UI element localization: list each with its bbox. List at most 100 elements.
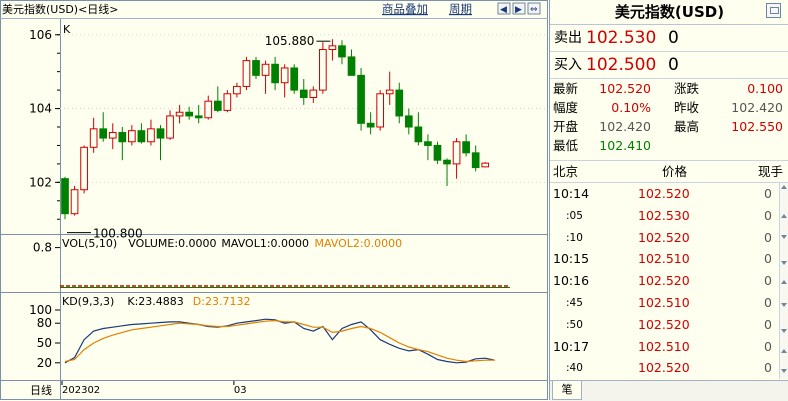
candle-body xyxy=(471,152,480,169)
chart-canvas[interactable]: 美元指数(USD)<日线> 商品叠加 周期 ◀ ▶ ⇔ K 102 104 106 105.880 1… xyxy=(0,0,548,400)
nav-expand-icon[interactable]: ⇔ xyxy=(530,5,538,15)
tab-ticks[interactable]: 笔 xyxy=(552,381,582,400)
tick-volume: 0 xyxy=(764,273,772,289)
scroll-up-icon[interactable] xyxy=(781,280,787,284)
tick-price: 102.520 xyxy=(638,229,690,245)
scroll-up-icon[interactable] xyxy=(781,214,787,218)
candle-body xyxy=(328,45,337,51)
tick-row: :50 102.520 0 xyxy=(550,314,778,336)
pct-value: 0.10% xyxy=(611,100,651,115)
tick-row: 10:14 102.520 0 xyxy=(550,183,778,205)
y-tick-label: 0.8 xyxy=(33,241,52,255)
scroll-down-icon[interactable] xyxy=(781,329,787,333)
quote-tabbar: 笔 xyxy=(550,380,788,401)
low-value: 102.410 xyxy=(599,138,651,153)
tick-time: 10:16 xyxy=(553,273,590,289)
candle-body xyxy=(452,141,461,165)
chart-area[interactable]: 美元指数(USD)<日线> 商品叠加 周期 ◀ ▶ ⇔ K 102 104 106 105.880 1… xyxy=(0,0,548,400)
open-label: 开盘 xyxy=(553,119,579,134)
prev-close-value: 102.420 xyxy=(731,100,783,115)
candle-body xyxy=(147,128,155,143)
candle-body xyxy=(357,74,365,124)
tick-volume: 0 xyxy=(764,338,772,354)
tick-time: :50 xyxy=(566,318,583,331)
nav-left-icon[interactable]: ◀ xyxy=(500,5,507,15)
y-tick-label: 20 xyxy=(37,356,52,370)
tick-row: :05 102.530 0 xyxy=(550,205,778,227)
quote-title: 美元指数(USD) xyxy=(550,0,788,25)
quote-title-text: 美元指数(USD) xyxy=(614,3,725,21)
low-label: 最低 xyxy=(553,138,579,153)
volume-legend: VOL(5,10) xyxy=(62,237,117,250)
scroll-up-icon[interactable] xyxy=(781,349,787,353)
kd-legend: KD(9,3,3) xyxy=(62,295,114,308)
y-tick-label: 100 xyxy=(29,303,52,317)
change-value: 0.100 xyxy=(747,81,783,96)
candle-body xyxy=(261,63,270,76)
candle-body xyxy=(414,126,423,143)
candle-body xyxy=(175,111,184,117)
buy-price: 102.500 xyxy=(586,55,657,75)
tick-row: 10:17 102.510 0 xyxy=(550,336,778,358)
candle-body xyxy=(213,100,222,111)
scroll-down-icon[interactable] xyxy=(781,369,787,373)
chart-title: 美元指数(USD)<日线> xyxy=(2,2,119,16)
candle-body xyxy=(366,122,375,128)
buy-volume: 0 xyxy=(668,55,679,75)
ticks-vol-header: 现手 xyxy=(757,164,783,179)
x-axis-period: 日线 xyxy=(30,383,52,397)
tick-time: 10:17 xyxy=(553,338,590,354)
candle-body xyxy=(204,100,213,119)
kd-legend: K:23.4883 xyxy=(127,295,183,308)
tick-volume: 0 xyxy=(764,186,772,201)
tick-volume: 0 xyxy=(764,295,772,310)
candle-body xyxy=(61,178,69,215)
tick-time: :40 xyxy=(566,362,583,375)
buy-label: 买入 xyxy=(554,57,582,73)
tick-price: 102.520 xyxy=(638,186,690,201)
ticks-price-header: 价格 xyxy=(662,164,688,179)
tick-price: 102.530 xyxy=(638,207,690,223)
ticks-scrollbar[interactable] xyxy=(779,183,788,379)
scroll-down-icon[interactable] xyxy=(781,303,787,307)
ticks-time-header: 北京 xyxy=(553,164,579,179)
candle-body xyxy=(309,89,318,98)
candle-body xyxy=(252,60,260,76)
volume-legend: MAVOL2:0.0000 xyxy=(315,237,403,250)
candle-body xyxy=(166,115,174,139)
tick-time: :05 xyxy=(566,209,583,222)
candle-body xyxy=(319,49,327,91)
window-icon[interactable] xyxy=(766,3,781,18)
candle-body xyxy=(404,115,413,128)
scroll-down-icon[interactable] xyxy=(781,235,787,239)
y-tick-label: 50 xyxy=(37,336,52,350)
tick-time: 10:15 xyxy=(553,251,590,267)
candle-body xyxy=(108,132,117,139)
candle-body xyxy=(299,89,308,98)
tick-row: :40 102.520 0 xyxy=(550,357,778,379)
y-tick-label: 106 xyxy=(29,28,52,42)
nav-right-icon[interactable]: ▶ xyxy=(515,5,522,15)
overlay-link[interactable]: 商品叠加 xyxy=(382,2,428,16)
tick-volume: 0 xyxy=(764,207,772,223)
tick-price: 102.520 xyxy=(638,273,690,289)
candle-body xyxy=(156,128,165,139)
candle-body xyxy=(185,111,193,117)
tick-volume: 0 xyxy=(764,251,772,267)
open-value: 102.420 xyxy=(599,119,651,134)
scroll-up-icon[interactable] xyxy=(781,185,787,189)
sell-price: 102.530 xyxy=(586,28,657,48)
candle-body xyxy=(280,67,289,84)
candle-body xyxy=(376,93,385,128)
candle-body xyxy=(89,128,98,148)
period-link[interactable]: 周期 xyxy=(449,2,472,16)
candle-body xyxy=(194,115,203,119)
scroll-down-icon[interactable] xyxy=(781,261,787,265)
candle-body xyxy=(290,67,299,91)
candle-body xyxy=(338,45,346,58)
high-value: 102.550 xyxy=(731,119,783,134)
quote-panel: 美元指数(USD) 卖出 102.530 0 买入 102.500 0 最新 1… xyxy=(549,0,788,401)
x-tick-label: 202302 xyxy=(62,385,100,396)
candle-body xyxy=(271,63,279,84)
candle-body xyxy=(118,132,127,143)
